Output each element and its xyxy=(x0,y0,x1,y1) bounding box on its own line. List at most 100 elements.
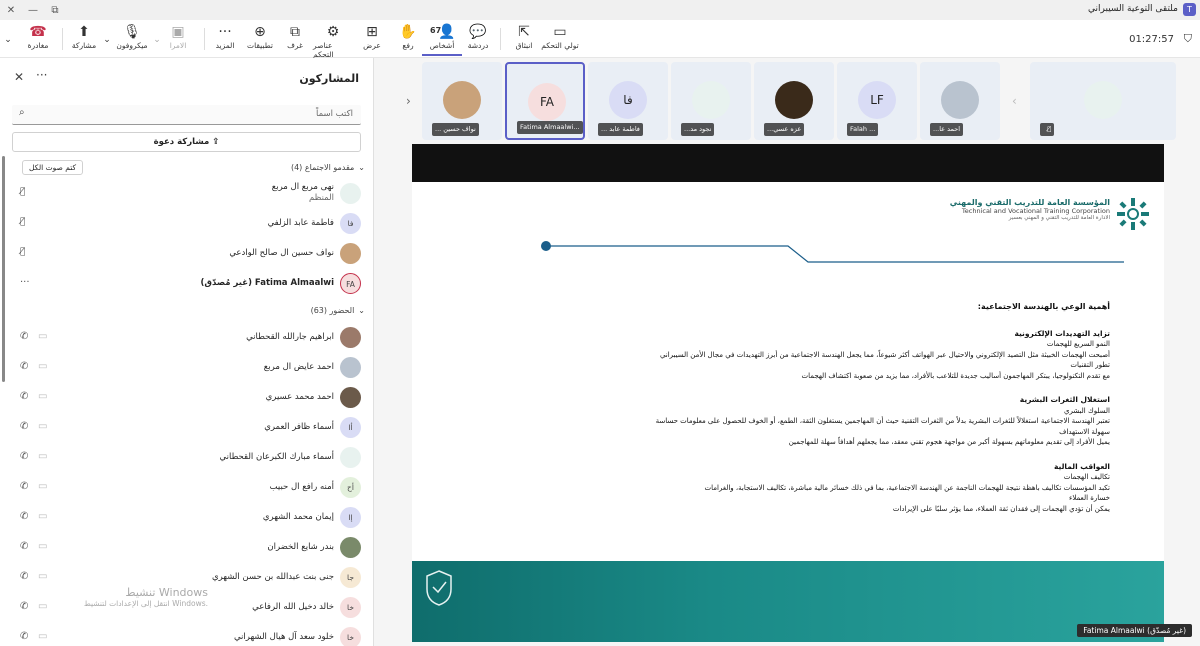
tile-avatar xyxy=(443,81,481,119)
search-input[interactable]: ⌕ اكتب اسماً xyxy=(12,105,361,125)
participant-name-text: أسماء مبارك الكبرعان القحطاني xyxy=(219,452,334,462)
share-invite-button[interactable]: مشاركة دعوة ⇪ xyxy=(12,132,361,152)
more-button[interactable]: ··· المزيد xyxy=(205,24,245,50)
participant-name: خلود سعد آل هيال الشهراني xyxy=(234,632,334,642)
video-tile[interactable]: FA Fatima Almaalwi... xyxy=(505,62,585,140)
tvtc-shield-logo-icon xyxy=(426,570,452,606)
video-tile[interactable]: فا فاطمة عابد ... xyxy=(588,62,668,140)
tvtc-logo-icon xyxy=(1117,198,1149,230)
chevron-down-icon: ⌄ xyxy=(358,163,365,172)
avatar xyxy=(340,327,361,348)
take-control-button[interactable]: ▭ تولي التحكم xyxy=(540,24,580,50)
share-icon: ⇪ xyxy=(212,137,220,147)
mute-all-button[interactable]: كتم صوت الكل xyxy=(22,160,84,175)
camera-button[interactable]: ▣ الامرا xyxy=(158,24,198,50)
phone-hangup-icon: ☎ xyxy=(29,24,47,40)
grid-view-icon: ⊞ xyxy=(366,24,378,40)
people-button[interactable]: 67 👤 أشخاص xyxy=(422,24,462,56)
chevron-right-icon[interactable]: › xyxy=(406,94,411,108)
org-name-block: المؤسسة العامة للتدريب التقني والمهني Te… xyxy=(949,198,1110,221)
rooms-button[interactable]: ⧉ غرف xyxy=(275,24,315,50)
meeting-toolbar: ⌄ ☎ مغادرة ⬆ مشاركة ⌄ 🎙 ميكروفون ⌄ ▣ الامرا … xyxy=(0,20,1200,59)
take-control-icon: ▭ xyxy=(553,24,567,40)
presenter-row[interactable]: نهى مربع ال مربع المنظم 🎙̸ xyxy=(0,179,373,209)
close-icon[interactable]: ✕ xyxy=(14,70,24,84)
mic-muted-icon: ✆ xyxy=(20,601,29,612)
presenter-row[interactable]: فاطمة عابد الزلفي فا 🎙̸ xyxy=(0,209,373,239)
attendee-row[interactable]: بندر شايع الخضران ✆ ▭ xyxy=(0,533,373,563)
avatar xyxy=(340,447,361,468)
leave-button[interactable]: ☎ مغادرة xyxy=(18,24,58,50)
more-options-icon[interactable]: ··· xyxy=(36,68,47,82)
camera-off-icon: ▭ xyxy=(38,361,48,372)
apps-button[interactable]: ⊕ تطبيقات xyxy=(240,24,280,50)
camera-off-icon: ▭ xyxy=(38,481,48,492)
participant-name: بندر شايع الخضران xyxy=(267,542,334,552)
video-tile[interactable]: عزه عسي... xyxy=(754,62,834,140)
video-tile[interactable]: نواف حسين ... xyxy=(422,62,502,140)
slide-line: يميل الأفراد إلى تقديم معلوماتهم بسهولة … xyxy=(788,438,1110,446)
participant-name: جنى بنت عبدالله بن حسن الشهري xyxy=(212,572,334,582)
leave-dropdown-icon[interactable]: ⌄ xyxy=(2,32,14,49)
slide-line: تطور التقنيات xyxy=(1070,361,1110,369)
title-bar: ✕ — ⧉ ملتقى التوعية السيبراني T xyxy=(0,0,1200,20)
video-tile[interactable]: LF Falah ... xyxy=(837,62,917,140)
mic-muted-icon: ✆ xyxy=(20,331,29,342)
attendee-row[interactable]: أمنه رافع ال حبيب أح ✆ ▭ xyxy=(0,473,373,503)
mic-off-icon: 🎙̸ xyxy=(20,247,26,257)
attendee-row[interactable]: احمد عايض ال مربع ✆ ▭ xyxy=(0,353,373,383)
slide-heading: أهمية الوعي بالهندسة الاجتماعية: xyxy=(977,302,1110,311)
tile-avatar: FA xyxy=(528,83,566,121)
view-button[interactable]: ⊞ عرض xyxy=(352,24,392,50)
participant-name: احمد محمد عسيري xyxy=(266,392,334,402)
avatar xyxy=(340,537,361,558)
slide-section-title: استغلال الثغرات البشرية xyxy=(1019,395,1110,404)
attendee-row[interactable]: أسماء ظافر العمري أا ✆ ▭ xyxy=(0,413,373,443)
participant-name-text: بندر شايع الخضران xyxy=(267,542,334,552)
video-tile[interactable]: نجود مد... xyxy=(671,62,751,140)
search-icon: ⌕ xyxy=(19,107,25,118)
slide-line: النمو السريع للهجمات xyxy=(1046,340,1110,348)
mic-button[interactable]: 🎙 ميكروفون xyxy=(112,24,152,50)
attendee-row[interactable]: ابراهيم جارالله القحطاني ✆ ▭ xyxy=(0,323,373,353)
tile-avatar xyxy=(775,81,813,119)
mic-off-icon: 🎙̸ xyxy=(20,187,26,197)
camera-off-icon: ▭ xyxy=(38,421,48,432)
camera-off-icon: ▭ xyxy=(38,511,48,522)
participant-name: إيمان محمد الشهري xyxy=(263,512,334,522)
popout-button[interactable]: ⇱ انبثاق xyxy=(504,24,544,50)
participant-name-text: احمد محمد عسيري xyxy=(265,392,334,402)
chat-icon: 💬 xyxy=(469,24,487,40)
participant-name-text: أمنه رافع ال حبيب xyxy=(269,482,334,492)
participant-name: نواف حسين ال صالح الوادعي xyxy=(229,248,334,258)
slide-line: تعتبر الهندسة الاجتماعية استغلالاً للثغر… xyxy=(655,417,1110,425)
presenter-row[interactable]: نواف حسين ال صالح الوادعي 🎙̸ xyxy=(0,239,373,269)
chat-button[interactable]: 💬 دردشة xyxy=(458,24,498,50)
attendee-row[interactable]: خلود سعد آل هيال الشهراني خا ✆ ▭ xyxy=(0,623,373,646)
controls-button[interactable]: ⚙ عناصر التحكم xyxy=(313,24,353,59)
shield-icon[interactable]: ⛉ xyxy=(1184,32,1192,46)
scrollbar[interactable] xyxy=(2,156,5,382)
close-window-icon[interactable]: ✕ xyxy=(0,5,22,16)
more-options-icon[interactable]: ··· xyxy=(20,277,30,288)
avatar: جا xyxy=(340,567,361,588)
attendee-row[interactable]: أسماء مبارك الكبرعان القحطاني ✆ ▭ xyxy=(0,443,373,473)
mic-off-icon: 🎙 xyxy=(123,24,141,40)
participant-name-text: خالد دخيل الله الرفاعي xyxy=(252,602,334,612)
rooms-icon: ⧉ xyxy=(290,24,300,40)
minimize-icon[interactable]: — xyxy=(22,5,44,16)
attendee-row[interactable]: احمد محمد عسيري ✆ ▭ xyxy=(0,383,373,413)
participant-name-text: Fatima Almaalwi (غير مُصدّق) xyxy=(200,278,334,288)
video-tile[interactable]: 🎙̸ xyxy=(1030,62,1176,140)
video-tile[interactable]: احمد عا... xyxy=(920,62,1000,140)
restore-icon[interactable]: ⧉ xyxy=(44,5,66,16)
share-button[interactable]: ⬆ مشاركة xyxy=(64,24,104,50)
attendees-header[interactable]: الحضور (63) ⌄ xyxy=(311,306,365,315)
chevron-left-icon[interactable]: ‹ xyxy=(1012,94,1017,108)
presenter-row[interactable]: Fatima Almaalwi (غير مُصدّق) FA ··· xyxy=(0,269,373,299)
presenters-header[interactable]: مقدمو الاجتماع (4) ⌄ xyxy=(291,163,365,172)
attendee-row[interactable]: إيمان محمد الشهري إا ✆ ▭ xyxy=(0,503,373,533)
popout-icon: ⇱ xyxy=(518,24,530,40)
avatar: خا xyxy=(340,627,361,646)
camera-off-icon: ▭ xyxy=(38,451,48,462)
